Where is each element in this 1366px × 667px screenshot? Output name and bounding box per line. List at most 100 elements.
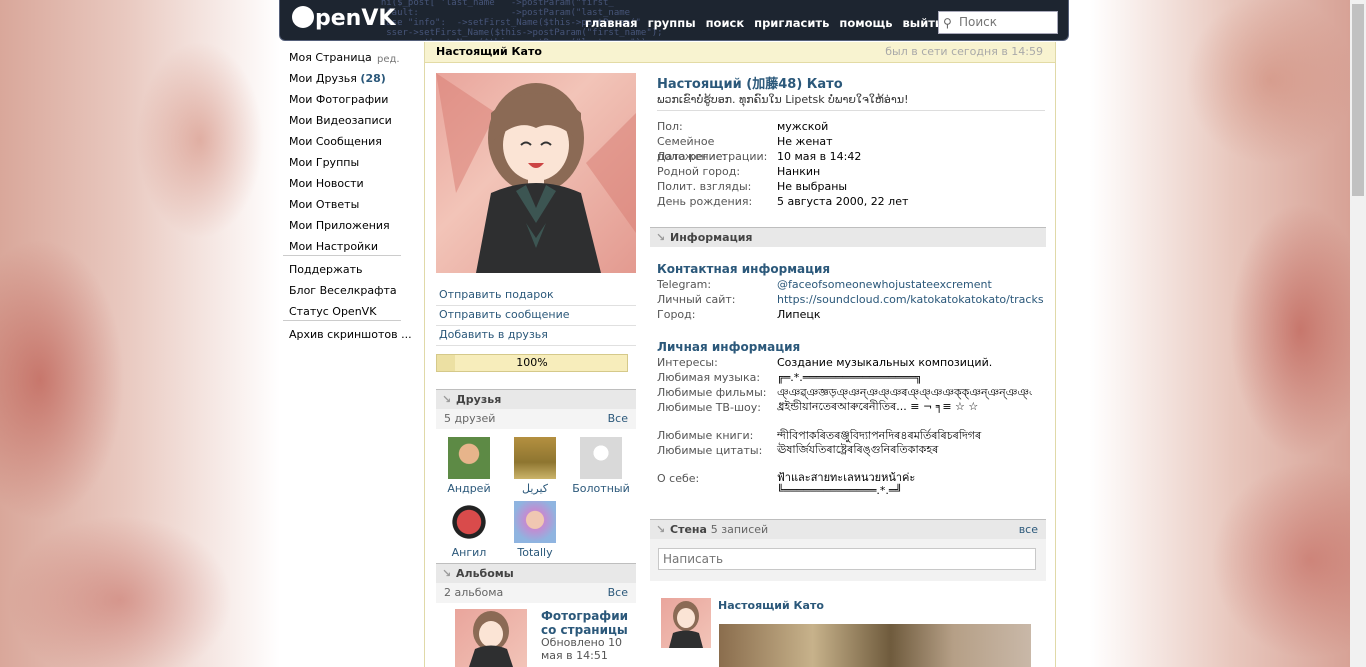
sidebar-item-blog[interactable]: Блог Веселкрафта [289, 283, 401, 304]
albums-section-header[interactable]: Альбомы [436, 563, 636, 583]
search-icon: ⚲ [943, 16, 952, 30]
sidebar-item-my-page[interactable]: Моя Страница ред. [289, 50, 401, 71]
friends-count-badge: (28) [360, 72, 386, 85]
sidebar-item-groups[interactable]: Мои Группы [289, 155, 401, 176]
info-row: О себе: ฟ้าและสายทะเลหนวยหน้าค่ะ ╚═══════… [657, 471, 916, 497]
nav-search[interactable]: поиск [701, 16, 750, 30]
wall-post-input[interactable] [658, 548, 1036, 570]
site-header: hi($_post[ 'last_name ->postParam("first… [279, 0, 1069, 41]
post-image[interactable] [719, 624, 1031, 667]
contact-info-title: Контактная информация [657, 262, 831, 276]
profile-status: ພວກເຂົາບໍ່ຮູ້ບອກ. ທຸກຄົນໃນ Lipetsk ບໍ່ພາ… [657, 93, 1045, 111]
info-row: Полит. взгляды: Не выбраны [657, 180, 848, 193]
sidebar-item-news[interactable]: Мои Новости [289, 176, 401, 197]
sidebar-item-settings[interactable]: Мои Настройки [289, 239, 401, 255]
profile-avatar[interactable] [436, 73, 636, 273]
profile-actions: Отправить подарок Отправить сообщение До… [436, 286, 636, 346]
info-row: Пол: мужской [657, 120, 829, 133]
wall-all-link[interactable]: все [1019, 520, 1038, 539]
friend-avatar [448, 501, 490, 543]
add-friend-link[interactable]: Добавить в друзья [436, 326, 636, 346]
info-row: Родной город: Нанкин [657, 165, 821, 178]
friends-section-header[interactable]: Друзья [436, 389, 636, 409]
profile-full-name: Настоящий (加藤48) Като [657, 77, 843, 92]
sidebar-item-friends[interactable]: Мои Друзья (28) [289, 71, 401, 92]
wall-post-count: 5 записей [710, 523, 769, 536]
sidebar-item-photos[interactable]: Мои Фотографии [289, 92, 401, 113]
info-row: Дата регистрации: 10 мая в 14:42 [657, 150, 862, 163]
albums-all-link[interactable]: Все [608, 583, 628, 603]
friend-avatar [580, 437, 622, 479]
friend-avatar [514, 437, 556, 479]
info-row: Любимые цитаты: ঊষাৰ্জিযতিৰাষ্ট্ৰেৰৰিঙ্গু… [657, 443, 939, 457]
info-row: Любимые фильмы: ঞ্ঞৱ্ঞজ্ঞড়ঞ্ঞন্ঞঞ্ঞৰঞ্ঞ্… [657, 386, 1032, 399]
sidebar-item-apps[interactable]: Мои Приложения [289, 218, 401, 239]
nav-invite[interactable]: пригласить [749, 16, 834, 30]
wall-section-header[interactable]: Стена 5 записей все [650, 519, 1046, 539]
arrow-icon [436, 390, 456, 409]
album-illustration [469, 611, 513, 667]
sidebar-divider [283, 320, 401, 321]
scrollbar[interactable] [1350, 0, 1366, 667]
search-input[interactable] [959, 15, 1053, 29]
info-row: Любимые книги: ন্দীবিপাকৰিতৰঞ্জুবিদ্যাপনদ… [657, 429, 982, 442]
nav-help[interactable]: помощь [834, 16, 897, 30]
profile-completeness-bar: 100% [436, 354, 628, 372]
info-row: Город: Липецк [657, 308, 821, 321]
search-box[interactable]: ⚲ [938, 11, 1058, 34]
post-author-name[interactable]: Настоящий Като [718, 599, 824, 612]
basic-info: Пол: мужской Семейное положение: Не женат … [657, 119, 908, 209]
nav-groups[interactable]: группы [643, 16, 701, 30]
info-row: Telegram: @faceofsomeonewhojustateexcreme… [657, 277, 992, 292]
friend-item[interactable]: Болотный [568, 437, 634, 495]
friend-item[interactable]: Ангил [436, 501, 502, 559]
nav-home[interactable]: главная [580, 16, 643, 30]
personal-info: Интересы: Создание музыкальных композиций… [657, 355, 1032, 499]
wall-compose [650, 539, 1046, 581]
sidebar-item-status[interactable]: Статус OpenVK [289, 304, 401, 320]
personal-info-title: Личная информация [657, 340, 801, 354]
friend-item[interactable]: Андрей [436, 437, 502, 495]
friend-avatar [514, 501, 556, 543]
send-message-link[interactable]: Отправить сообщение [436, 306, 636, 326]
post-author-avatar[interactable] [661, 598, 711, 648]
sidebar-divider [283, 255, 401, 256]
sidebar-item-screenshots[interactable]: Архив скриншотов ... [289, 327, 412, 348]
progress-label: 100% [516, 356, 548, 369]
logo-o-icon [292, 6, 314, 28]
background-right [1090, 0, 1350, 667]
info-row: Любимая музыка: ╔═.*.═════════════════╗ [657, 371, 922, 384]
info-row: День рождения: 5 августа 2000, 22 лет [657, 195, 909, 208]
info-row: Семейное положение: Не женат [657, 135, 833, 163]
openvk-logo[interactable]: penVK [292, 6, 395, 31]
post-avatar-illustration [669, 601, 703, 648]
scrollbar-thumb[interactable] [1352, 4, 1364, 196]
info-section-header[interactable]: Информация [650, 227, 1046, 247]
edit-link[interactable]: ред. [377, 52, 400, 68]
website-link[interactable]: https://soundcloud.com/katokatokatokato/… [777, 292, 1044, 307]
left-sidebar: Моя Страница ред. Мои Друзья (28) Мои Фот… [283, 50, 412, 348]
friends-subheader: 5 друзей Все [436, 409, 636, 429]
page-titlebar: Настоящий Като был в сети сегодня в 14:5… [425, 42, 1055, 63]
arrow-icon [650, 228, 670, 247]
info-row: Любимые ТВ-шоу: ধ্ৰইন্ডীয়ানতেৰআৰুৰেনীতিৰ… [657, 400, 979, 414]
arrow-icon [650, 520, 670, 539]
sidebar-item-donate[interactable]: Поддержать [289, 262, 401, 283]
progress-fill [437, 355, 455, 371]
album-thumbnail[interactable] [455, 609, 527, 667]
online-status: был в сети сегодня в 14:59 [885, 45, 1043, 58]
top-nav: главная группы поиск пригласить помощь в… [580, 16, 948, 30]
friend-item[interactable]: Totally [502, 501, 568, 559]
albums-subheader: 2 альбома Все [436, 583, 636, 603]
sidebar-item-replies[interactable]: Мои Ответы [289, 197, 401, 218]
send-gift-link[interactable]: Отправить подарок [436, 286, 636, 306]
info-row: Личный сайт: https://soundcloud.com/katok… [657, 292, 1044, 307]
sidebar-item-messages[interactable]: Мои Сообщения [289, 134, 401, 155]
sidebar-item-videos[interactable]: Мои Видеозаписи [289, 113, 401, 134]
friends-all-link[interactable]: Все [608, 409, 628, 429]
album-title[interactable]: Фотографии со страницы [541, 609, 637, 637]
friend-item[interactable]: کیریل [502, 437, 568, 495]
album-updated: Обновлено 10 мая в 14:51 [541, 636, 623, 662]
telegram-link[interactable]: @faceofsomeonewhojustateexcrement [777, 277, 992, 292]
friend-avatar [448, 437, 490, 479]
